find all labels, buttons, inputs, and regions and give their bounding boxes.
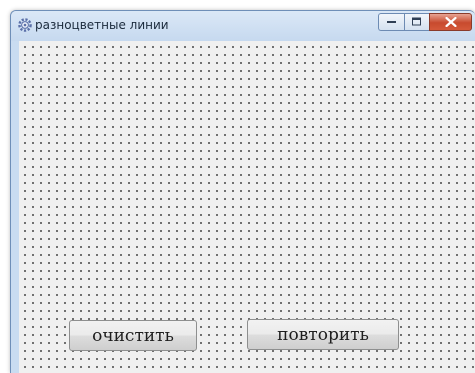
app-gear-icon[interactable]: [17, 17, 33, 33]
app-window: разноцветные линии очистить повторить: [10, 10, 475, 373]
maximize-button[interactable]: [404, 13, 429, 31]
repeat-button[interactable]: повторить: [247, 319, 399, 350]
window-title: разноцветные линии: [35, 18, 169, 32]
title-bar[interactable]: разноцветные линии: [11, 11, 475, 41]
close-button[interactable]: [429, 13, 472, 31]
clear-button[interactable]: очистить: [69, 320, 197, 351]
form-canvas[interactable]: очистить повторить: [19, 41, 475, 373]
close-icon: [445, 17, 456, 27]
window-controls: [378, 13, 472, 31]
minimize-icon: [386, 21, 396, 23]
minimize-button[interactable]: [378, 13, 404, 31]
maximize-icon: [412, 17, 421, 26]
